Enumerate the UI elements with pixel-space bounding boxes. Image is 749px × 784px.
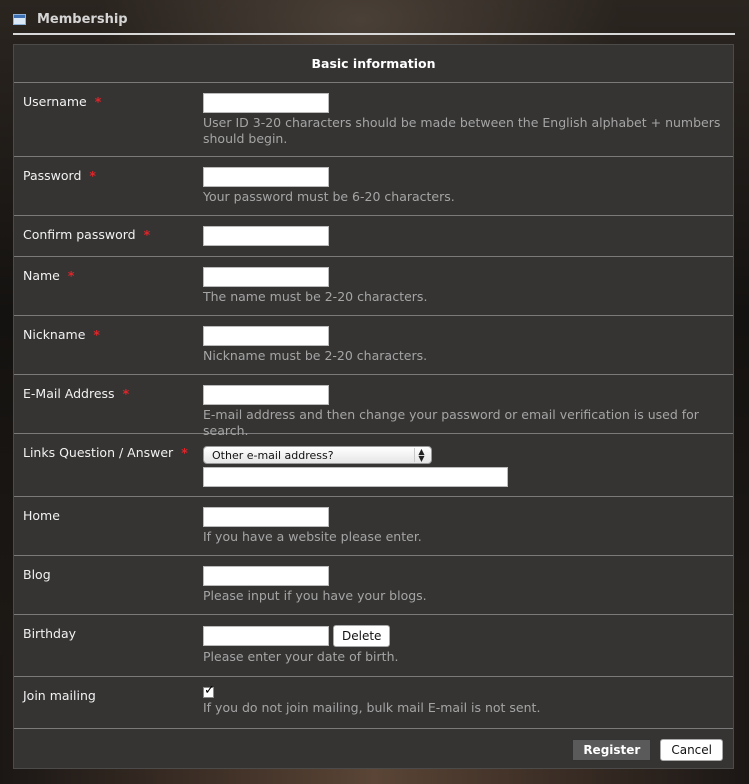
section-title: Basic information bbox=[14, 45, 733, 83]
email-label: E-Mail Address * bbox=[23, 386, 130, 401]
birthday-hint: Please enter your date of birth. bbox=[203, 649, 399, 664]
home-row: Home If you have a website please enter. bbox=[14, 497, 733, 556]
join-mailing-label: Join mailing bbox=[23, 688, 96, 703]
home-hint: If you have a website please enter. bbox=[203, 529, 422, 544]
window-title-bar: Membership bbox=[13, 8, 735, 30]
links-question-row: Links Question / Answer * Other e-mail ad… bbox=[14, 434, 733, 497]
confirm-password-row: Confirm password * bbox=[14, 216, 733, 257]
blog-input[interactable] bbox=[203, 566, 329, 586]
blog-row: Blog Please input if you have your blogs… bbox=[14, 556, 733, 615]
blog-hint: Please input if you have your blogs. bbox=[203, 588, 427, 603]
home-label: Home bbox=[23, 508, 60, 523]
password-input[interactable] bbox=[203, 167, 329, 187]
birthday-delete-button[interactable]: Delete bbox=[333, 625, 391, 647]
password-hint: Your password must be 6-20 characters. bbox=[203, 189, 455, 204]
required-marker: * bbox=[93, 327, 100, 342]
email-row: E-Mail Address * E-mail address and then … bbox=[14, 375, 733, 438]
nickname-input[interactable] bbox=[203, 326, 329, 346]
required-marker: * bbox=[67, 268, 75, 283]
home-input[interactable] bbox=[203, 507, 329, 527]
nickname-row: Nickname * Nickname must be 2-20 characte… bbox=[14, 316, 733, 375]
join-mailing-hint: If you do not join mailing, bulk mail E-… bbox=[203, 700, 541, 715]
username-hint: User ID 3-20 characters should be made b… bbox=[203, 115, 721, 146]
confirm-password-input[interactable] bbox=[203, 226, 329, 246]
membership-form: Basic information Username * User ID 3-20… bbox=[13, 44, 734, 769]
name-row: Name * The name must be 2-20 characters. bbox=[14, 257, 733, 316]
window-title: Membership bbox=[37, 11, 128, 27]
required-marker: * bbox=[94, 94, 102, 109]
password-label: Password * bbox=[23, 168, 96, 183]
title-divider bbox=[13, 33, 735, 35]
password-row: Password * Your password must be 6-20 cha… bbox=[14, 157, 733, 216]
username-row: Username * User ID 3-20 characters should… bbox=[14, 83, 733, 157]
birthday-row: Birthday Delete Please enter your date o… bbox=[14, 615, 733, 677]
name-hint: The name must be 2-20 characters. bbox=[203, 289, 428, 304]
birthday-input[interactable] bbox=[203, 626, 329, 646]
required-marker: * bbox=[181, 445, 188, 460]
nickname-hint: Nickname must be 2-20 characters. bbox=[203, 348, 428, 363]
join-mailing-checkbox[interactable] bbox=[203, 683, 215, 698]
links-answer-input[interactable] bbox=[203, 467, 508, 487]
join-mailing-row: Join mailing If you do not join mailing,… bbox=[14, 677, 733, 729]
links-question-select[interactable]: Other e-mail address? ▲ ▼ bbox=[203, 446, 432, 464]
links-question-label: Links Question / Answer * bbox=[23, 445, 188, 460]
name-label: Name * bbox=[23, 268, 75, 283]
birthday-label: Birthday bbox=[23, 626, 77, 641]
register-button[interactable]: Register bbox=[572, 738, 652, 761]
required-marker: * bbox=[122, 386, 130, 401]
cancel-button[interactable]: Cancel bbox=[660, 738, 723, 761]
select-arrows-icon: ▲ ▼ bbox=[414, 448, 428, 463]
blog-label: Blog bbox=[23, 567, 51, 582]
form-actions: Register Cancel bbox=[14, 731, 733, 768]
required-marker: * bbox=[143, 227, 151, 242]
links-question-selected: Other e-mail address? bbox=[212, 448, 334, 462]
username-label: Username * bbox=[23, 94, 102, 109]
name-input[interactable] bbox=[203, 267, 329, 287]
email-input[interactable] bbox=[203, 385, 329, 405]
username-input[interactable] bbox=[203, 93, 329, 113]
nickname-label: Nickname * bbox=[23, 327, 100, 342]
window-icon bbox=[13, 13, 26, 25]
required-marker: * bbox=[89, 168, 96, 183]
confirm-password-label: Confirm password * bbox=[23, 227, 151, 242]
